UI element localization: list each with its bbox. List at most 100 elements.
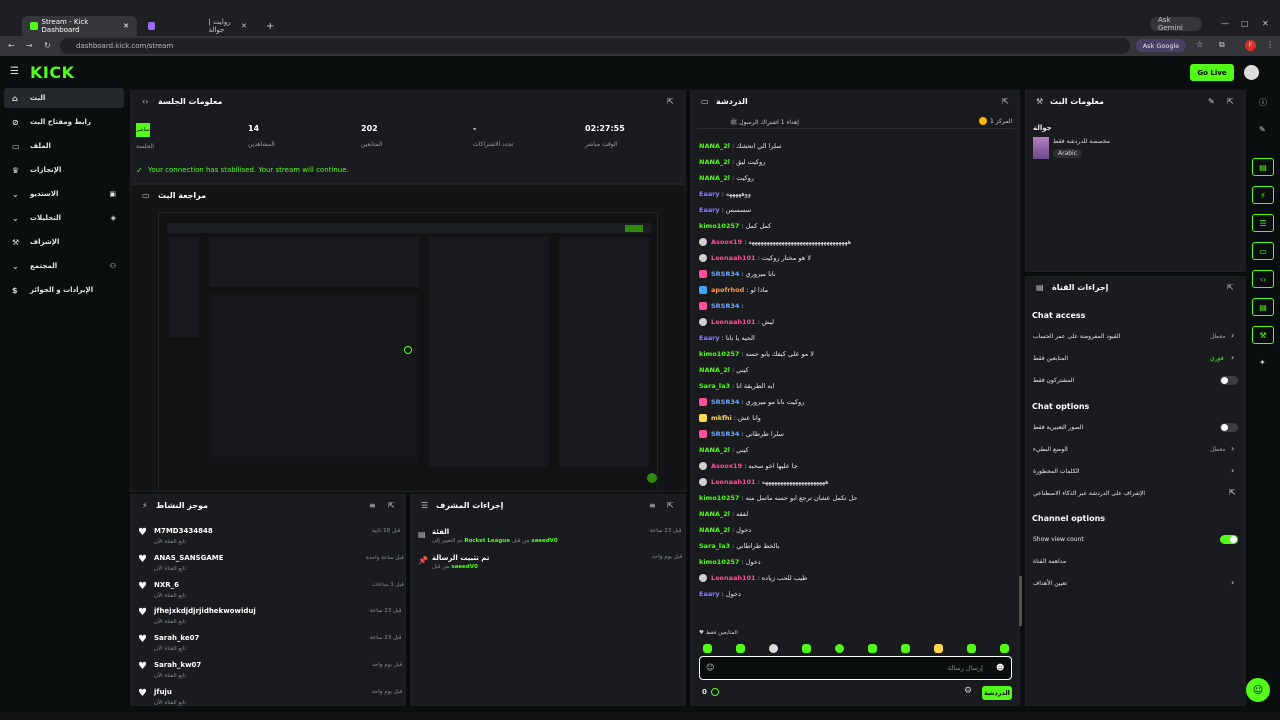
rail-trash-icon[interactable]: ▤ (1252, 298, 1274, 316)
mod-action-user[interactable]: saeedV0 (451, 564, 477, 570)
rail-activity-icon[interactable]: ⚡ (1252, 186, 1274, 204)
sidebar-item-stream-key[interactable]: ⊘ رابط ومفتاح البث (4, 112, 124, 132)
emote-icon[interactable] (901, 644, 910, 653)
activity-name[interactable]: Sarah_kw07 (154, 661, 201, 669)
emotes-only-toggle[interactable] (1220, 423, 1238, 432)
activity-name[interactable]: M7MD3434848 (154, 527, 213, 535)
info-icon[interactable]: ⓘ (1259, 97, 1267, 108)
chat-username[interactable]: Leenaah101 (711, 318, 756, 326)
stream-preview-video[interactable] (158, 212, 658, 492)
filter-icon[interactable]: ≡ (369, 501, 376, 510)
chevron-right-icon[interactable]: › (1231, 466, 1234, 475)
sidebar-item-studio[interactable]: ⌄ الاستديو ▣ (4, 184, 124, 204)
chevron-right-icon[interactable]: › (1231, 444, 1234, 453)
chat-username[interactable]: Sara_la3 (699, 382, 730, 390)
chat-username[interactable]: kimo10257 (699, 350, 739, 358)
chat-scrollbar[interactable] (1019, 576, 1022, 626)
close-icon[interactable]: ✕ (241, 22, 247, 30)
stream-category[interactable]: مخصصة للدردشة فقط (1053, 138, 1110, 145)
emote-icon[interactable] (934, 644, 943, 653)
window-close-icon[interactable]: ✕ (1262, 19, 1269, 28)
chat-username[interactable]: Leenaah101 (711, 478, 756, 486)
edit-icon[interactable]: ✎ (1259, 125, 1266, 134)
ask-gemini-button[interactable]: Ask Gemini (1150, 16, 1202, 32)
emote-icon[interactable] (769, 644, 778, 653)
chat-message-input[interactable]: إرسال رسالة (699, 656, 1012, 680)
rail-hammer-icon[interactable]: ⚒ (1252, 326, 1274, 344)
chat-username[interactable]: Eaary (699, 590, 720, 598)
emote-icon[interactable] (736, 644, 745, 653)
edit-icon[interactable]: ✎ (1208, 97, 1215, 106)
rail-chat-icon[interactable]: ▭ (1252, 242, 1274, 260)
chat-username[interactable]: NANA_2l (699, 142, 730, 150)
chat-username[interactable]: SRSR34 (711, 302, 739, 310)
show-view-count-toggle[interactable] (1220, 535, 1238, 544)
activity-name[interactable]: jfuju (154, 688, 172, 696)
sidebar-item-profile[interactable]: ▭ الملف (4, 136, 124, 156)
chat-username[interactable]: Eaary (699, 190, 720, 198)
hamburger-icon[interactable]: ☰ (10, 66, 19, 77)
extensions-icon[interactable]: ⧉ (1219, 40, 1225, 50)
kick-logo[interactable]: KICK (30, 63, 75, 82)
external-link-icon[interactable]: ⇱ (1229, 488, 1236, 497)
help-chat-fab-icon[interactable]: ☺ (1246, 678, 1270, 702)
activity-name[interactable]: jfhejxkdjdjrjidhekwowiduj (154, 607, 256, 615)
chat-username[interactable]: kimo10257 (699, 222, 739, 230)
user-avatar[interactable] (1244, 65, 1259, 80)
activity-name[interactable]: ANAS_SANSGAME (154, 554, 224, 562)
chat-username[interactable]: NANA_2l (699, 446, 730, 454)
forward-icon[interactable]: → (26, 41, 33, 50)
emote-icon[interactable] (967, 644, 976, 653)
chevron-right-icon[interactable]: › (1231, 578, 1234, 587)
chevron-right-icon[interactable]: › (1231, 331, 1234, 340)
ask-google-button[interactable]: Ask Google (1136, 39, 1186, 52)
chat-username[interactable]: NANA_2l (699, 366, 730, 374)
chat-username[interactable]: NANA_2l (699, 510, 730, 518)
chat-username[interactable]: SRSR34 (711, 270, 739, 278)
chat-username[interactable]: NANA_2l (699, 526, 730, 534)
rail-list-icon[interactable]: ☰ (1252, 214, 1274, 232)
chat-username[interactable]: Asoox19 (711, 462, 742, 470)
close-icon[interactable]: ✕ (123, 22, 129, 30)
chat-username[interactable]: Asoox19 (711, 238, 742, 246)
activity-name[interactable]: NXR_6 (154, 581, 179, 589)
reload-icon[interactable]: ↻ (44, 41, 51, 50)
settings-gear-icon[interactable]: ⚙ (964, 686, 972, 696)
subscribers-only-toggle[interactable] (1220, 376, 1238, 385)
maximize-icon[interactable]: ▢ (1241, 19, 1249, 28)
session-toggle-icon[interactable]: ‹› (142, 97, 148, 106)
chat-username[interactable]: Eaary (699, 206, 720, 214)
profile-avatar[interactable]: F (1245, 40, 1256, 51)
chat-username[interactable]: Eaary (699, 334, 720, 342)
tab-kick-dashboard[interactable]: Stream - Kick Dashboard ✕ (22, 16, 137, 36)
mod-action-user[interactable]: saeedV0 (531, 538, 557, 544)
sidebar-item-revenue[interactable]: $ الإيرادات و الجوائز (4, 280, 124, 300)
bookmark-icon[interactable]: ☆ (1196, 40, 1203, 49)
send-chat-button[interactable]: الدردشة (982, 686, 1012, 700)
sidebar-item-stream[interactable]: ⌂ البث (4, 88, 124, 108)
url-input[interactable]: dashboard.kick.com/stream (60, 38, 1130, 54)
popout-icon[interactable]: ⇱ (667, 97, 674, 106)
emote-icon[interactable] (802, 644, 811, 653)
chat-username[interactable]: Leenaah101 (711, 574, 756, 582)
popout-icon[interactable]: ⇱ (388, 501, 395, 510)
points-icon[interactable] (711, 688, 719, 696)
chat-username[interactable]: SRSR34 (711, 398, 739, 406)
chat-username[interactable]: kimo10257 (699, 558, 739, 566)
emote-icon[interactable] (703, 644, 712, 653)
menu-kebab-icon[interactable]: ⋮ (1266, 40, 1274, 49)
mod-action-category[interactable]: Rocket League (464, 538, 510, 544)
chevron-right-icon[interactable]: › (1231, 353, 1234, 362)
rail-session-icon[interactable]: ▤ (1252, 158, 1274, 176)
popout-icon[interactable]: ⇱ (1002, 97, 1009, 106)
sidebar-item-community[interactable]: ⌄ المجتمع ⚇ (4, 256, 124, 276)
popout-icon[interactable]: ⇱ (1227, 97, 1234, 106)
activity-name[interactable]: Sarah_ke07 (154, 634, 199, 642)
emote-icon[interactable] (868, 644, 877, 653)
new-tab-button[interactable]: + (258, 16, 274, 36)
emoji-picker-icon[interactable]: ☺ (706, 663, 714, 672)
back-icon[interactable]: ← (8, 41, 15, 50)
chat-username[interactable]: kimo10257 (699, 494, 739, 502)
sidebar-item-moderation[interactable]: ⚒ الإشراف (4, 232, 124, 252)
chat-username[interactable]: NANA_2l (699, 174, 730, 182)
